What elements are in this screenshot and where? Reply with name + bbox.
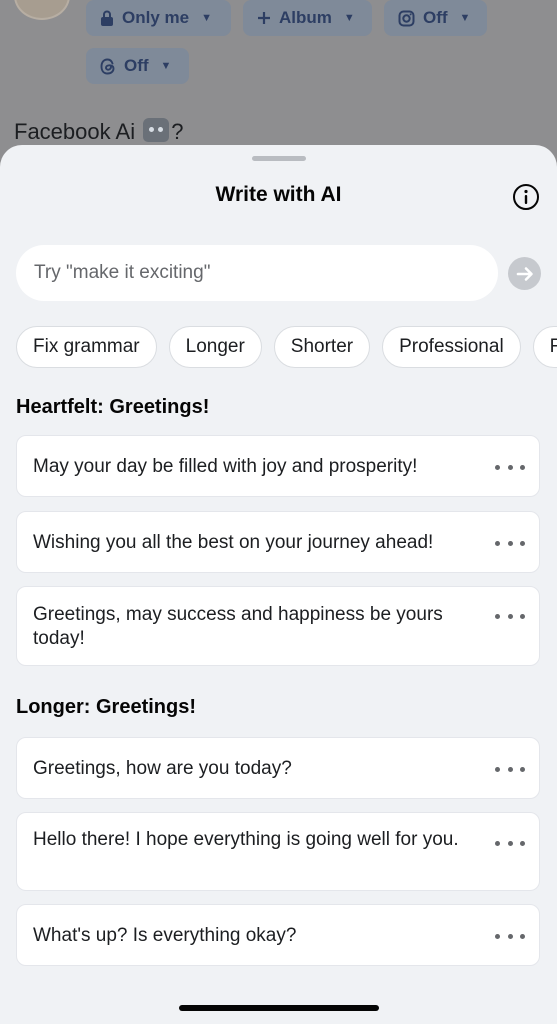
more-icon[interactable] [495, 457, 525, 477]
more-icon[interactable] [495, 833, 525, 853]
suggestion-card[interactable]: Wishing you all the best on your journey… [16, 511, 540, 573]
audience-chip-label: Only me [122, 8, 190, 27]
quick-action-longer[interactable]: Longer [168, 326, 262, 368]
instagram-chip[interactable]: Off ▼ [384, 0, 487, 36]
info-icon [513, 184, 539, 210]
threads-chip[interactable]: Off ▼ [86, 48, 189, 84]
suggestion-text: Greetings, may success and happiness be … [33, 604, 443, 649]
instagram-chip-label: Off [423, 8, 448, 27]
suggestion-card[interactable]: May your day be filled with joy and pros… [16, 435, 540, 497]
suggestion-text: May your day be filled with joy and pros… [33, 456, 418, 477]
prompt-input[interactable] [16, 245, 498, 301]
send-button[interactable] [508, 257, 541, 290]
robot-icon [143, 118, 170, 142]
section-heading-heartfelt: Heartfelt: Greetings! [16, 396, 210, 418]
post-text-content: Facebook Ai [14, 119, 136, 144]
quick-action-shorter[interactable]: Shorter [273, 326, 371, 368]
audience-chip[interactable]: Only me ▼ [86, 0, 231, 36]
section-heading-longer: Longer: Greetings! [16, 696, 197, 718]
lock-icon [101, 10, 113, 26]
sheet-title: Write with AI [215, 183, 342, 206]
suggestion-text: What's up? Is everything okay? [33, 925, 297, 946]
info-button[interactable] [512, 183, 540, 211]
threads-chip-label: Off [124, 56, 149, 75]
instagram-icon [398, 10, 415, 26]
home-indicator [179, 1005, 379, 1011]
suggestion-text: Greetings, how are you today? [33, 758, 292, 779]
compose-background: Only me ▼ Album ▼ Off ▼ Off ▼ Facebook A… [0, 0, 557, 160]
suggestion-text: Hello there! I hope everything is going … [33, 829, 459, 850]
suggestion-card[interactable]: What's up? Is everything okay? [16, 904, 540, 966]
more-icon[interactable] [495, 759, 525, 779]
quick-action-professional[interactable]: Professional [382, 326, 521, 368]
write-with-ai-sheet: Write with AI Fix grammar Longer Shorter Pr… [0, 145, 557, 1024]
suggestion-card[interactable]: Greetings, how are you today? [16, 737, 540, 799]
suggestion-card[interactable]: Greetings, may success and happiness be … [16, 586, 540, 666]
threads-icon [100, 58, 115, 74]
album-chip-label: Album [279, 8, 332, 27]
chevron-down-icon: ▼ [160, 60, 172, 72]
plus-icon [258, 12, 270, 24]
more-icon[interactable] [495, 926, 525, 946]
quick-actions: Fix grammar Longer Shorter Professional F [16, 326, 557, 368]
chevron-down-icon: ▼ [459, 12, 471, 24]
avatar [14, 0, 70, 20]
quick-action-fix-grammar[interactable]: Fix grammar [16, 326, 157, 368]
chevron-down-icon: ▼ [201, 12, 212, 24]
arrow-right-icon [516, 266, 533, 281]
suggestion-card[interactable]: Hello there! I hope everything is going … [16, 812, 540, 891]
more-icon[interactable] [495, 606, 525, 626]
suggestion-text: Wishing you all the best on your journey… [33, 532, 434, 553]
sheet-grabber[interactable] [252, 156, 306, 161]
album-chip[interactable]: Album ▼ [243, 0, 372, 36]
more-icon[interactable] [495, 533, 525, 553]
quick-action-truncated[interactable]: F [532, 326, 557, 368]
post-text: Facebook Ai ? [14, 118, 183, 145]
chevron-down-icon: ▼ [343, 12, 355, 24]
post-text-suffix: ? [171, 119, 184, 144]
